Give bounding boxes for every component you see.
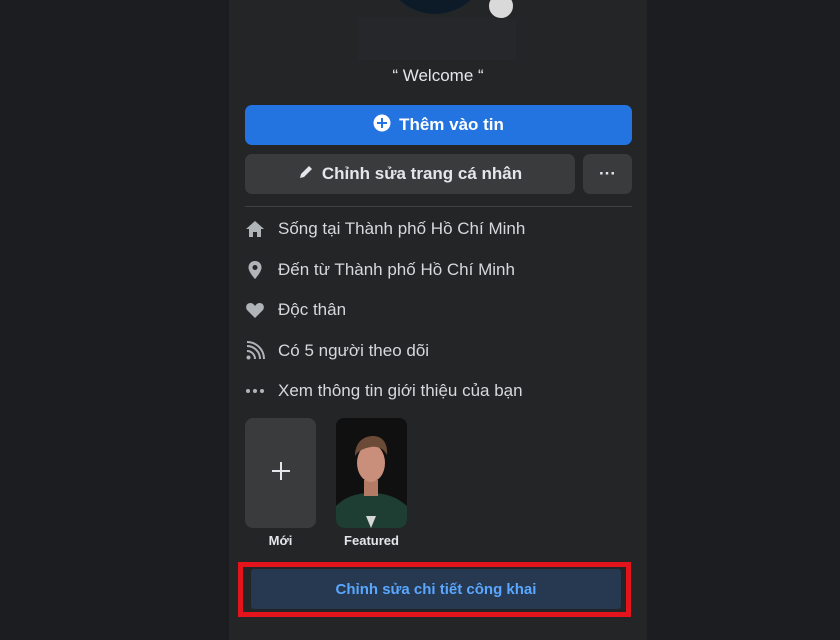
intro-item-relationship[interactable]: Độc thân: [245, 290, 632, 331]
avatar-shadow: [358, 18, 516, 60]
heart-icon: [245, 299, 265, 321]
add-story-label: Thêm vào tin: [399, 115, 504, 134]
edit-profile-label: Chỉnh sửa trang cá nhân: [321, 164, 523, 183]
intro-item-see-about[interactable]: Xem thông tin giới thiệu của bạn: [245, 371, 632, 412]
intro-text: Sống tại Thành phố Hồ Chí Minh: [278, 219, 526, 239]
home-icon: [245, 218, 265, 240]
more-dots-icon: [245, 380, 265, 402]
highlight-annotation: [238, 562, 631, 617]
intro-text: Độc thân: [278, 300, 347, 320]
intro-list: Sống tại Thành phố Hồ Chí Minh Đến từ Th…: [245, 209, 632, 412]
edit-profile-button[interactable]: Chỉnh sửa trang cá nhân: [245, 154, 575, 194]
featured-photo: [336, 418, 407, 528]
divider: [245, 206, 632, 207]
add-story-button[interactable]: Thêm vào tin: [245, 105, 632, 145]
plus-icon: [271, 461, 291, 486]
profile-page: “ Welcome “ Thêm vào tin Chỉnh sửa trang…: [0, 0, 840, 640]
featured-story-card[interactable]: [336, 418, 407, 528]
new-featured-label: Mới: [268, 533, 293, 548]
intro-text: Có 5 người theo dõi: [278, 340, 430, 360]
rss-icon: [245, 340, 265, 362]
profile-avatar-area[interactable]: [375, 0, 515, 20]
avatar[interactable]: [383, 0, 487, 14]
intro-item-lives-in[interactable]: Sống tại Thành phố Hồ Chí Minh: [245, 209, 632, 250]
plus-circle-icon: [373, 114, 391, 137]
featured-label: Featured: [344, 533, 399, 548]
intro-item-from[interactable]: Đến từ Thành phố Hồ Chí Minh: [245, 250, 632, 291]
right-backdrop: [647, 0, 840, 640]
location-pin-icon: [245, 259, 265, 281]
new-featured-button[interactable]: [245, 418, 316, 528]
left-backdrop: [0, 0, 229, 640]
pencil-icon: [298, 164, 314, 185]
intro-text: Xem thông tin giới thiệu của bạn: [278, 381, 523, 401]
more-dots-icon: ···: [599, 164, 616, 183]
intro-item-followers[interactable]: Có 5 người theo dõi: [245, 331, 632, 372]
intro-text: Đến từ Thành phố Hồ Chí Minh: [278, 259, 515, 279]
more-options-button[interactable]: ···: [583, 154, 632, 194]
profile-bio: “ Welcome “: [392, 66, 484, 85]
